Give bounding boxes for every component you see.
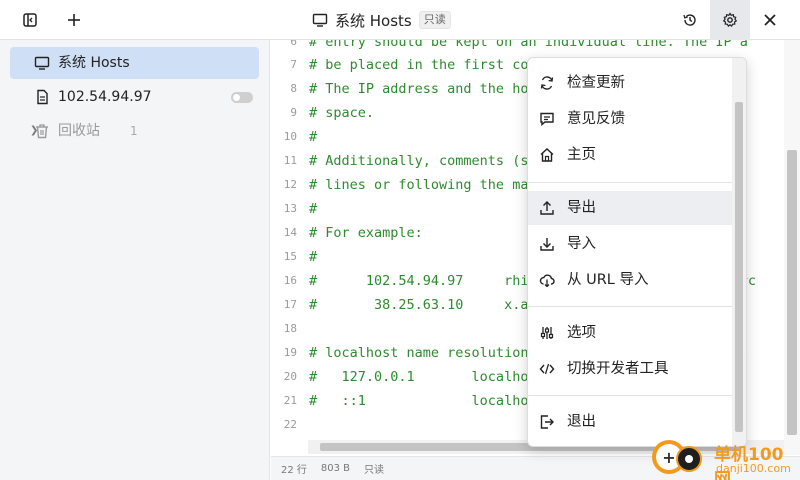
line-count: 22 行: [281, 465, 307, 476]
settings-menu: 检查更新 意见反馈 主页 导出 导入 从 URL 导入 选项 切换开发者工具 退…: [527, 57, 747, 447]
vertical-scrollbar[interactable]: [784, 40, 800, 455]
menu-item-options[interactable]: 选项: [528, 316, 734, 350]
plus-icon: [68, 14, 80, 26]
menu-divider: [528, 306, 734, 307]
trash-count: 1: [130, 124, 138, 138]
file-size: 803 B: [320, 463, 351, 474]
refresh-icon: [540, 76, 554, 90]
enable-toggle[interactable]: [231, 92, 253, 103]
watermark-dot-icon: [676, 446, 702, 472]
monitor-icon: [312, 13, 328, 27]
settings-button[interactable]: [710, 0, 750, 40]
cloud-import-icon: [539, 274, 555, 288]
export-icon: [540, 201, 554, 215]
edit-mode: 只读: [364, 465, 385, 476]
title-bar: 系统 Hosts 只读: [0, 0, 800, 40]
options-icon: [540, 327, 554, 339]
import-icon: [540, 238, 554, 251]
window-title: 系统 Hosts 只读: [312, 0, 451, 40]
menu-scrollbar[interactable]: [732, 58, 746, 446]
menu-item-feedback[interactable]: 意见反馈: [528, 102, 734, 136]
code-icon: [539, 363, 555, 375]
toggle-sidebar-button[interactable]: [10, 0, 50, 40]
monitor-icon: [34, 56, 50, 70]
add-button[interactable]: [54, 0, 94, 40]
sidebar-item-label: 回收站: [58, 123, 100, 139]
close-button[interactable]: [750, 0, 790, 40]
menu-item-devtools[interactable]: 切换开发者工具: [528, 352, 734, 386]
sidebar-item-hosts-entry[interactable]: 102.54.94.97: [10, 81, 259, 113]
menu-item-export[interactable]: 导出: [528, 191, 734, 225]
watermark-url: danji100.com: [716, 462, 791, 475]
scrollbar-thumb[interactable]: [787, 150, 797, 435]
scrollbar-thumb[interactable]: [735, 102, 743, 432]
file-icon: [37, 89, 48, 105]
readonly-badge: 只读: [418, 11, 451, 29]
code-line: 6 # entry should be kept on an individual…: [290, 40, 748, 50]
close-icon: [764, 14, 776, 26]
home-icon: [540, 148, 554, 162]
feedback-icon: [540, 112, 554, 126]
exit-icon: [540, 415, 554, 429]
gear-icon: [722, 12, 738, 28]
menu-item-home[interactable]: 主页: [528, 138, 734, 172]
history-button[interactable]: [670, 0, 710, 40]
sidebar-item-system-hosts[interactable]: 系统 Hosts: [10, 47, 259, 79]
sidebar-item-trash[interactable]: ❯ 回收站 1: [10, 115, 259, 147]
sidebar: 系统 Hosts 102.54.94.97 ❯ 回收站 1: [0, 40, 270, 480]
menu-item-check-update[interactable]: 检查更新: [528, 66, 734, 100]
history-icon: [683, 14, 696, 26]
sidebar-toggle-icon: [23, 13, 37, 27]
watermark-logo: + 单机100网 danji100.com: [650, 438, 800, 480]
trash-icon: [36, 124, 48, 139]
sidebar-item-label: 系统 Hosts: [58, 55, 130, 71]
menu-divider: [528, 395, 734, 396]
sidebar-item-label: 102.54.94.97: [58, 89, 152, 105]
menu-item-exit[interactable]: 退出: [528, 405, 734, 439]
menu-divider: [528, 182, 734, 183]
menu-item-import-url[interactable]: 从 URL 导入: [528, 263, 734, 297]
page-title: 系统 Hosts: [335, 11, 412, 30]
menu-item-import[interactable]: 导入: [528, 227, 734, 261]
